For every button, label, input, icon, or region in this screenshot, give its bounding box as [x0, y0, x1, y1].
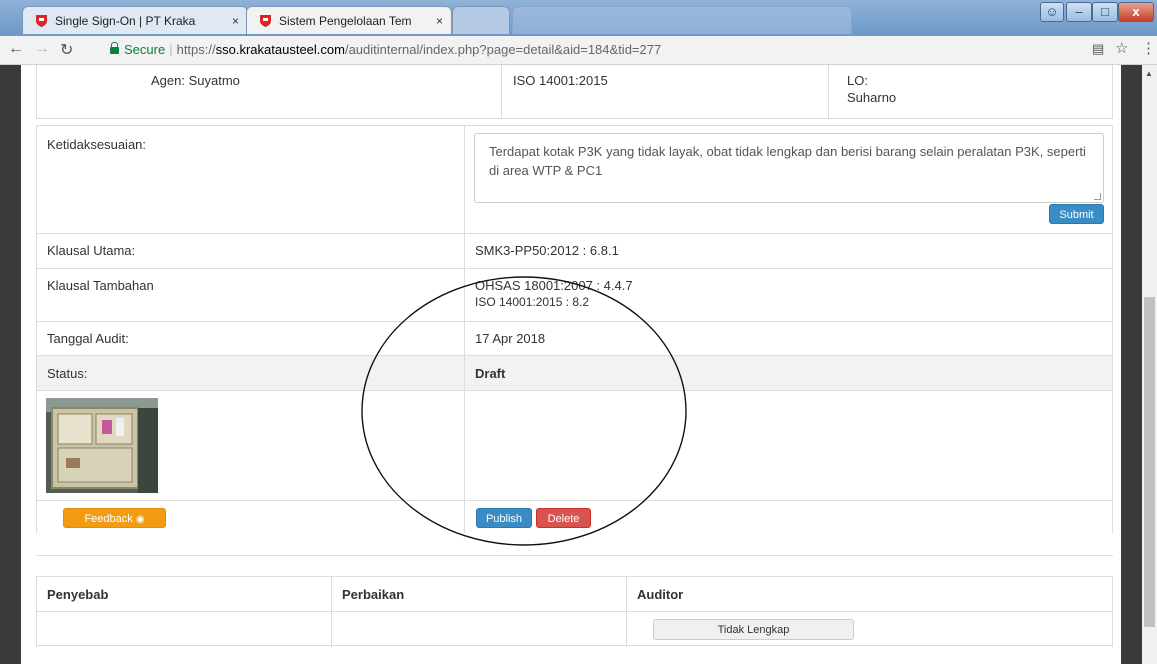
maximize-button[interactable]: □ — [1092, 2, 1118, 22]
column-header-perbaikan: Perbaikan — [342, 587, 405, 602]
tab-label: Single Sign-On | PT Kraka — [55, 14, 196, 28]
minimize-button[interactable]: – — [1066, 2, 1092, 22]
comments-icon: ◉ — [135, 514, 145, 525]
new-tab-button[interactable] — [452, 6, 510, 34]
secure-label: Secure — [124, 42, 166, 57]
close-window-button[interactable]: x — [1118, 2, 1154, 22]
lo-name: Suharno — [847, 90, 897, 105]
url-host: sso.krakatausteel.com — [215, 42, 345, 57]
menu-dots-icon[interactable]: ⋮ — [1141, 39, 1156, 57]
tidak-lengkap-button[interactable]: Tidak Lengkap — [653, 619, 854, 640]
user-icon[interactable]: ☺ — [1040, 2, 1064, 22]
column-header-penyebab: Penyebab — [47, 587, 109, 602]
star-icon[interactable]: ☆ — [1115, 39, 1128, 57]
title-bar: Single Sign-On | PT Kraka × Sistem Penge… — [0, 0, 1157, 36]
klausal-utama-label: Klausal Utama: — [47, 243, 136, 258]
agent-name: Agen: Suyatmo — [151, 73, 240, 88]
submit-button[interactable]: Submit — [1049, 204, 1104, 224]
bottom-table-header: Penyebab Perbaikan Auditor — [36, 576, 1113, 647]
header-info-row: Agen: Suyatmo ISO 14001:2015 LO: Suharno — [36, 65, 1113, 119]
lock-icon — [110, 42, 119, 54]
shield-logo-icon — [36, 15, 47, 27]
tab-close-icon[interactable]: × — [232, 7, 239, 34]
url-field[interactable]: Secure | https://sso.krakatausteel.com/aud… — [110, 39, 990, 61]
scroll-up-arrow-icon[interactable]: ▲ — [1145, 69, 1153, 78]
url-scheme: https:// — [176, 42, 216, 57]
tab-close-icon[interactable]: × — [436, 7, 443, 34]
background-window-title — [512, 6, 852, 34]
evidence-photo[interactable] — [46, 398, 158, 493]
klausal-tambahan-label: Klausal Tambahan — [47, 278, 154, 293]
status-label: Status: — [47, 366, 88, 381]
lo-label: LO: — [847, 73, 868, 88]
address-bar: ← → ↻ Secure | https://sso.krakatausteel.c… — [0, 36, 1157, 65]
tab-label: Sistem Pengelolaan Tem — [279, 14, 412, 28]
right-margin — [1121, 65, 1142, 664]
tab-single-sign-on[interactable]: Single Sign-On | PT Kraka × — [22, 6, 248, 34]
klausal-utama-row: Klausal Utama: SMK3-PP50:2012 : 6.8.1 — [36, 233, 1113, 269]
finding-label: Ketidaksesuaian: — [47, 137, 147, 152]
reload-icon[interactable]: ↻ — [60, 40, 73, 60]
column-header-auditor: Auditor — [637, 587, 684, 602]
feedback-button[interactable]: Feedback ◉ — [63, 508, 166, 528]
klausal-utama-value: SMK3-PP50:2012 : 6.8.1 — [475, 243, 619, 258]
forward-arrow-icon[interactable]: → — [34, 40, 50, 58]
finding-textarea[interactable]: Terdapat kotak P3K yang tidak layak, oba… — [474, 133, 1104, 203]
table-row — [36, 611, 1113, 646]
feedback-label: Feedback — [84, 513, 133, 525]
url-path: /auditinternal/index.php?page=detail&aid… — [344, 42, 662, 57]
left-margin — [0, 65, 21, 664]
scrollbar-thumb[interactable] — [1144, 297, 1155, 627]
shield-logo-icon — [260, 15, 271, 27]
annotation-circle — [361, 276, 687, 546]
section-divider — [36, 555, 1113, 556]
tab-sistem-pengelolaan[interactable]: Sistem Pengelolaan Tem × — [246, 6, 452, 34]
translate-icon[interactable]: ▤ — [1092, 41, 1104, 57]
standard-value: ISO 14001:2015 — [513, 73, 608, 88]
tanggal-audit-label: Tanggal Audit: — [47, 331, 129, 346]
page-content: ▲ Agen: Suyatmo ISO 14001:2015 LO: Suhar… — [0, 65, 1157, 664]
back-arrow-icon[interactable]: ← — [8, 40, 24, 58]
